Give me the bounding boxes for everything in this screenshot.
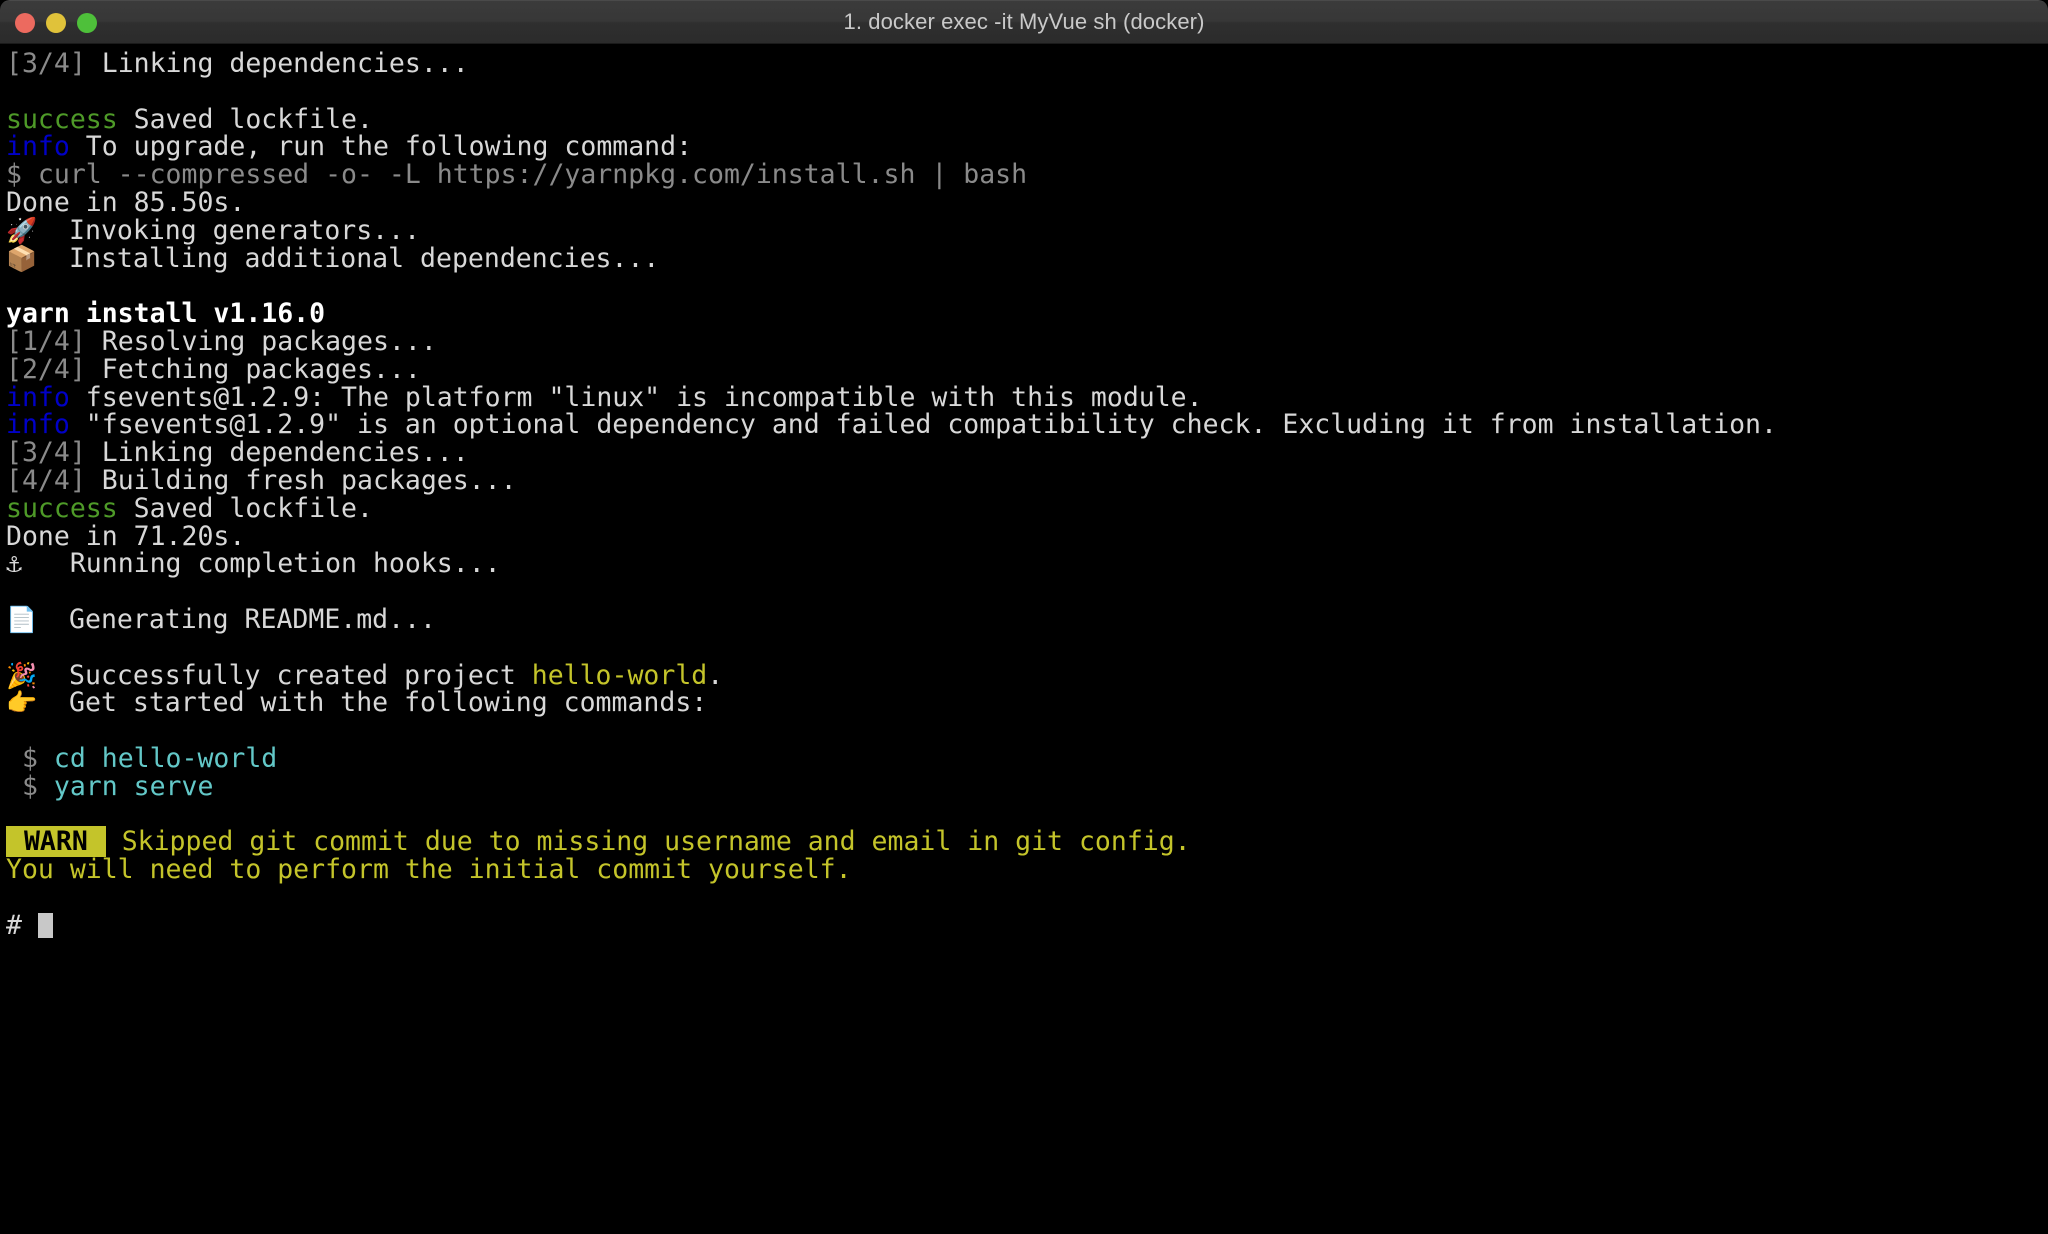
terminal-text: Skipped git commit due to missing userna… <box>105 826 1191 858</box>
terminal-text: [3/4] <box>6 437 102 469</box>
terminal-line: 🚀 Invoking generators... <box>6 214 2048 246</box>
terminal-text: To upgrade, run the following command: <box>69 131 693 163</box>
terminal-text: Done in 85.50s. <box>6 186 246 218</box>
terminal-text: $ curl --compressed -o- -L https://yarnp… <box>6 159 1028 191</box>
terminal-text: Done in 71.20s. <box>6 520 246 552</box>
terminal-line: Done in 85.50s. <box>6 189 2048 217</box>
terminal-text: Saved lockfile. <box>117 103 373 135</box>
terminal-text: You will need to perform the initial com… <box>6 854 852 886</box>
terminal-text: Generating README.md... <box>37 603 436 635</box>
close-button[interactable] <box>15 13 35 33</box>
terminal-line: success Saved lockfile. <box>6 103 2048 135</box>
terminal-line: 📄 Generating README.md... <box>6 606 2048 634</box>
terminal-line: [4/4] Building fresh packages... <box>6 467 2048 495</box>
terminal-line: WARN Skipped git commit due to missing u… <box>6 826 2048 858</box>
terminal-line: You will need to perform the initial com… <box>6 856 2048 884</box>
terminal-text: yarn install v1.16.0 <box>6 298 326 330</box>
terminal-line: [3/4] Linking dependencies... <box>6 439 2048 467</box>
terminal-line: [3/4] Linking dependencies... <box>6 50 2048 78</box>
terminal-text: Linking dependencies... <box>101 48 469 79</box>
terminal-text: Running completion hooks... <box>21 548 501 580</box>
terminal-text: $ <box>6 770 54 802</box>
terminal-output[interactable]: [3/4] Linking dependencies... success Sa… <box>0 44 2048 1234</box>
window-controls <box>15 1 97 45</box>
terminal-text: ⚓ <box>6 548 22 580</box>
terminal-text: "fsevents@1.2.9" is an optional dependen… <box>69 409 1777 441</box>
terminal-text: Successfully created project <box>37 659 532 691</box>
terminal-text: Building fresh packages... <box>101 464 517 496</box>
terminal-text: 🎉 <box>6 660 38 690</box>
minimize-button[interactable] <box>46 13 66 33</box>
terminal-text: 📄 <box>6 604 38 634</box>
terminal-text: success <box>6 492 118 524</box>
terminal-text: Linking dependencies... <box>101 437 469 469</box>
terminal-text: WARN <box>6 826 106 858</box>
terminal-text: Resolving packages... <box>101 325 437 357</box>
terminal-text: [3/4] <box>6 48 102 79</box>
window-titlebar[interactable]: 1. docker exec -it MyVue sh (docker) <box>0 0 2048 44</box>
maximize-button[interactable] <box>77 13 97 33</box>
terminal-line: 👉 Get started with the following command… <box>6 689 2048 717</box>
terminal-text: fsevents@1.2.9: The platform "linux" is … <box>69 381 1203 413</box>
terminal-text: # <box>6 909 38 941</box>
terminal-text: success <box>6 103 118 135</box>
terminal-line: info fsevents@1.2.9: The platform "linux… <box>6 381 2048 413</box>
terminal-text: [4/4] <box>6 464 102 496</box>
terminal-line: # <box>6 909 2048 941</box>
terminal-text: Saved lockfile. <box>117 492 373 524</box>
window-title: 1. docker exec -it MyVue sh (docker) <box>843 9 1205 34</box>
terminal-line: info "fsevents@1.2.9" is an optional dep… <box>6 411 2048 439</box>
terminal-text: Invoking generators... <box>37 214 421 246</box>
text-cursor <box>37 912 53 938</box>
terminal-line: 📦 Installing additional dependencies... <box>6 242 2048 274</box>
terminal-text: [1/4] <box>6 325 102 357</box>
terminal-line: 🎉 Successfully created project hello-wor… <box>6 659 2048 691</box>
terminal-text: [2/4] <box>6 353 102 385</box>
terminal-text: cd hello-world <box>53 742 278 774</box>
terminal-line: [1/4] Resolving packages... <box>6 328 2048 356</box>
terminal-text: . <box>707 659 724 691</box>
terminal-line: info To upgrade, run the following comma… <box>6 133 2048 161</box>
terminal-text: 👉 <box>6 688 38 718</box>
terminal-text: hello-world <box>531 659 708 691</box>
terminal-line: ⚓ Running completion hooks... <box>6 550 2048 578</box>
terminal-line: success Saved lockfile. <box>6 492 2048 524</box>
terminal-line: Done in 71.20s. <box>6 520 2048 552</box>
terminal-text: yarn serve <box>53 770 214 802</box>
terminal-text: Get started with the following commands: <box>37 687 708 719</box>
terminal-text: Installing additional dependencies... <box>37 242 660 274</box>
terminal-text: info <box>6 131 70 163</box>
terminal-text: 🚀 <box>6 215 38 245</box>
terminal-text: 📦 <box>6 243 38 273</box>
terminal-window: 1. docker exec -it MyVue sh (docker) [3/… <box>0 0 2048 1234</box>
terminal-text: info <box>6 409 70 441</box>
terminal-line: $ curl --compressed -o- -L https://yarnp… <box>6 161 2048 189</box>
terminal-text: $ <box>6 742 54 774</box>
terminal-line: yarn install v1.16.0 <box>6 300 2048 328</box>
terminal-text: info <box>6 381 70 413</box>
terminal-line: [2/4] Fetching packages... <box>6 353 2048 385</box>
terminal-text: Fetching packages... <box>101 353 421 385</box>
terminal-line: $ cd hello-world <box>6 745 2048 773</box>
terminal-line: $ yarn serve <box>6 770 2048 802</box>
